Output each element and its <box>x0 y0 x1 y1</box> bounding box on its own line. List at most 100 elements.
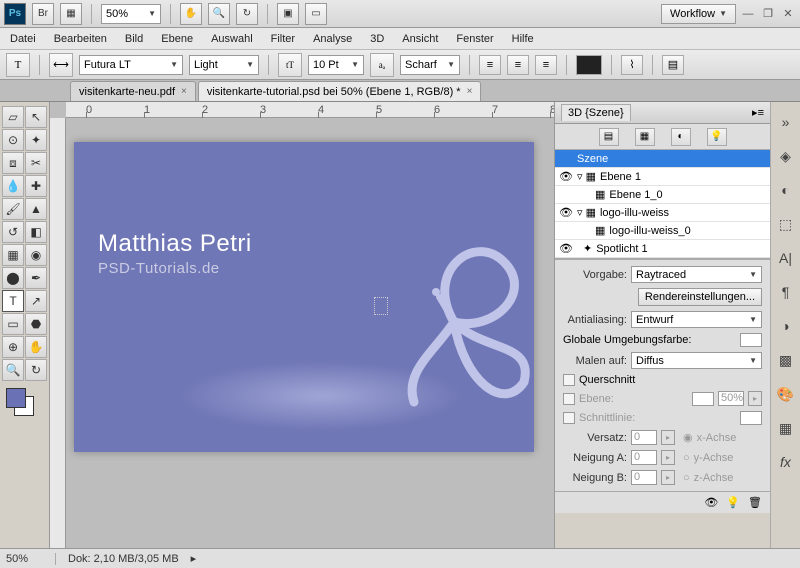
text-color-button[interactable] <box>576 55 602 75</box>
styles-panel-icon[interactable]: ▩ <box>776 350 796 370</box>
rotate-button[interactable]: ↻ <box>236 3 258 25</box>
paragraph-panel-icon[interactable]: ¶ <box>776 282 796 302</box>
close-icon[interactable]: × <box>467 86 473 97</box>
scene-item-szene[interactable]: Szene <box>555 150 770 168</box>
healing-tool[interactable]: ✚ <box>25 175 47 197</box>
fx-panel-icon[interactable]: fx <box>776 452 796 472</box>
menu-bild[interactable]: Bild <box>125 33 143 45</box>
align-center-button[interactable]: ≡ <box>507 55 529 75</box>
menu-3d[interactable]: 3D <box>370 33 384 45</box>
status-chevron-icon[interactable]: ▸ <box>191 552 197 565</box>
path-tool[interactable]: ↗ <box>25 290 47 312</box>
paths-panel-icon[interactable]: ⬚ <box>776 214 796 234</box>
shape-tool[interactable]: ▭ <box>2 313 24 335</box>
close-button[interactable]: ✕ <box>780 7 796 21</box>
warp-text-button[interactable]: ⌇ <box>621 55 643 75</box>
restore-button[interactable]: ❐ <box>760 7 776 21</box>
canvas-area[interactable]: 0 1 2 3 4 5 6 7 8 Matthias Petri <box>50 102 554 548</box>
scene-item-spotlicht[interactable]: 👁✦Spotlicht 1 <box>555 240 770 258</box>
panel-tab-3d[interactable]: 3D {Szene} <box>561 104 631 121</box>
menu-analyse[interactable]: Analyse <box>313 33 352 45</box>
align-right-button[interactable]: ≡ <box>535 55 557 75</box>
gradient-tool[interactable]: ▦ <box>2 244 24 266</box>
antialias-dropdown[interactable]: Scharf▼ <box>400 55 460 75</box>
new-light-icon[interactable]: 💡 <box>726 496 740 509</box>
workspace-dropdown[interactable]: Workflow▼ <box>661 4 736 24</box>
eraser-tool[interactable]: ◧ <box>25 221 47 243</box>
paint-on-dropdown[interactable]: Diffus▼ <box>631 352 762 369</box>
eyedropper-tool[interactable]: 💧 <box>2 175 24 197</box>
light-filter-icon[interactable]: 💡 <box>707 128 727 146</box>
color-swatches[interactable] <box>6 388 34 416</box>
ambient-color-swatch[interactable] <box>740 333 762 347</box>
move-tool[interactable]: ▱ <box>2 106 24 128</box>
mesh-filter-icon[interactable]: ▦ <box>635 128 655 146</box>
zoom-tool[interactable]: 🔍 <box>2 359 24 381</box>
selection-tool[interactable]: ↖ <box>25 106 47 128</box>
menu-ansicht[interactable]: Ansicht <box>402 33 438 45</box>
character-panel-icon[interactable]: A| <box>776 248 796 268</box>
zoom-dropdown[interactable]: 50%▼ <box>101 4 161 24</box>
menu-bearbeiten[interactable]: Bearbeiten <box>54 33 107 45</box>
menu-auswahl[interactable]: Auswahl <box>211 33 253 45</box>
font-weight-dropdown[interactable]: Light▼ <box>189 55 259 75</box>
aa-dropdown[interactable]: Entwurf▼ <box>631 311 762 328</box>
menu-datei[interactable]: Datei <box>10 33 36 45</box>
hand-tool[interactable]: ✋ <box>25 336 47 358</box>
status-zoom[interactable]: 50% <box>6 553 56 565</box>
delete-icon[interactable]: 🗑 <box>748 496 762 509</box>
hand-tool-button[interactable]: ✋ <box>180 3 202 25</box>
orientation-toggle[interactable]: ⟷ <box>49 53 73 77</box>
menu-filter[interactable]: Filter <box>271 33 295 45</box>
menu-fenster[interactable]: Fenster <box>456 33 493 45</box>
film-button[interactable]: ▦ <box>60 3 82 25</box>
camera-tool[interactable]: ⊕ <box>2 336 24 358</box>
scene-item-ebene1-0[interactable]: ▦Ebene 1_0 <box>555 186 770 204</box>
3d-tool[interactable]: ⬣ <box>25 313 47 335</box>
scene-item-logo-0[interactable]: ▦logo-illu-weiss_0 <box>555 222 770 240</box>
panel-menu-icon[interactable]: ▸≡ <box>752 106 764 119</box>
menu-hilfe[interactable]: Hilfe <box>512 33 534 45</box>
scene-item-ebene1[interactable]: 👁▿ ▦Ebene 1 <box>555 168 770 186</box>
screen-mode-button[interactable]: ▭ <box>305 3 327 25</box>
adjustments-panel-icon[interactable]: ◑ <box>776 316 796 336</box>
rotate-tool[interactable]: ↻ <box>25 359 47 381</box>
blur-tool[interactable]: ◉ <box>25 244 47 266</box>
color-panel-icon[interactable]: 🎨 <box>776 384 796 404</box>
bridge-button[interactable]: Br <box>32 3 54 25</box>
wand-tool[interactable]: ✦ <box>25 129 47 151</box>
dodge-tool[interactable]: ⬤ <box>2 267 24 289</box>
align-left-button[interactable]: ≡ <box>479 55 501 75</box>
material-filter-icon[interactable]: ◐ <box>671 128 691 146</box>
font-size-dropdown[interactable]: 10 Pt▼ <box>308 55 364 75</box>
close-icon[interactable]: × <box>181 86 187 97</box>
minimize-button[interactable]: — <box>740 7 756 21</box>
scene-filter-icon[interactable]: ▤ <box>599 128 619 146</box>
type-tool[interactable]: T <box>2 290 24 312</box>
brush-tool[interactable]: 🖌 <box>2 198 24 220</box>
status-doc-size[interactable]: Dok: 2,10 MB/3,05 MB <box>68 553 179 565</box>
layers-panel-icon[interactable]: ◈ <box>776 146 796 166</box>
menu-ebene[interactable]: Ebene <box>161 33 193 45</box>
document-tab-2[interactable]: visitenkarte-tutorial.psd bei 50% (Ebene… <box>198 81 482 101</box>
channels-panel-icon[interactable]: ◐ <box>776 180 796 200</box>
lasso-tool[interactable]: ⊙ <box>2 129 24 151</box>
slice-tool[interactable]: ✂ <box>25 152 47 174</box>
pen-tool[interactable]: ✒ <box>25 267 47 289</box>
font-family-dropdown[interactable]: Futura LT▼ <box>79 55 183 75</box>
swatches-panel-icon[interactable]: ▦ <box>776 418 796 438</box>
querschnitt-checkbox[interactable] <box>563 374 575 386</box>
zoom-tool-button[interactable]: 🔍 <box>208 3 230 25</box>
arrange-button[interactable]: ▣ <box>277 3 299 25</box>
crop-tool[interactable]: ⧈ <box>2 152 24 174</box>
character-panel-button[interactable]: ▤ <box>662 55 684 75</box>
foreground-color[interactable] <box>6 388 26 408</box>
render-settings-button[interactable]: Rendereinstellungen... <box>638 288 762 306</box>
vorgabe-dropdown[interactable]: Raytraced▼ <box>631 266 762 283</box>
document-tab-1[interactable]: visitenkarte-neu.pdf× <box>70 81 196 101</box>
stamp-tool[interactable]: ▲ <box>25 198 47 220</box>
scene-item-logo[interactable]: 👁▿ ▦logo-illu-weiss <box>555 204 770 222</box>
double-arrow-icon[interactable]: » <box>776 112 796 132</box>
scene-tree[interactable]: Szene 👁▿ ▦Ebene 1 ▦Ebene 1_0 👁▿ ▦logo-il… <box>555 150 770 259</box>
document-canvas[interactable]: Matthias Petri PSD-Tutorials.de <box>74 142 534 452</box>
